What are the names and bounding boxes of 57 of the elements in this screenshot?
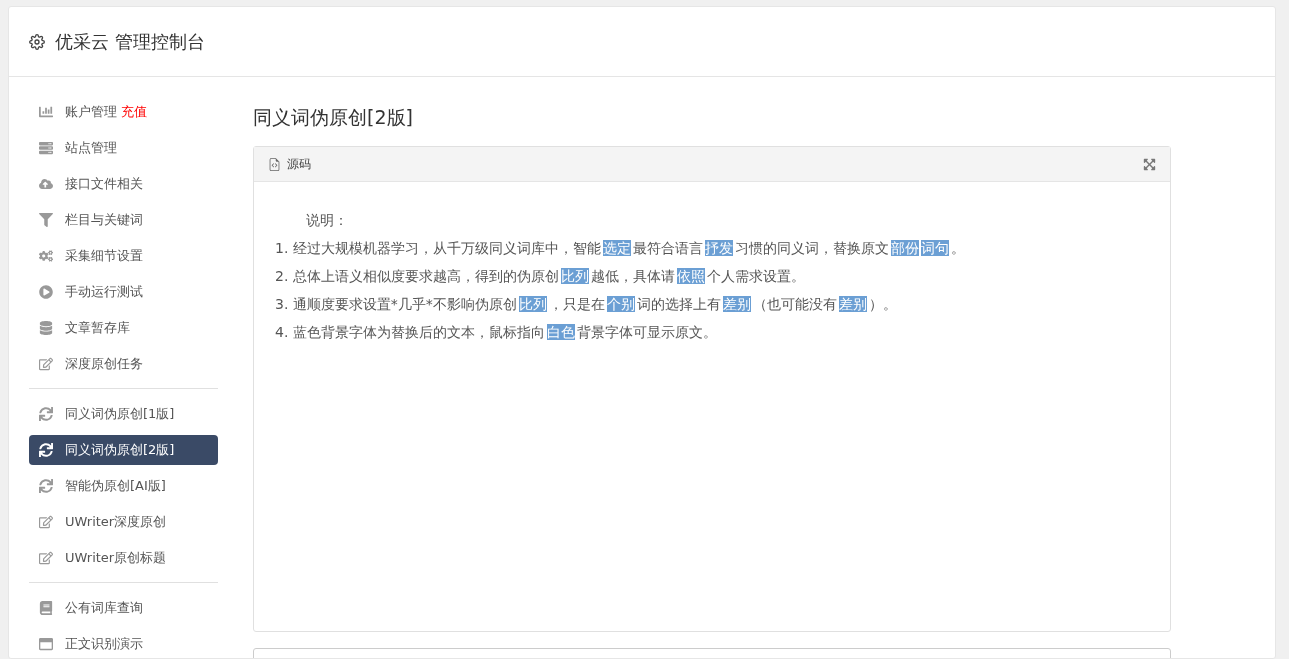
source-tab[interactable]: 源码	[287, 155, 311, 173]
edit-icon	[39, 357, 53, 371]
sidebar-item[interactable]: 智能伪原创[AI版]	[29, 471, 218, 501]
item-label: 同义词伪原创[1版]	[65, 405, 175, 423]
window-icon	[39, 637, 53, 651]
item-label: 手动运行测试	[65, 283, 143, 301]
instruction-line: 4. 蓝色背景字体为替换后的文本，鼠标指向 白色背景字体可显示原文。	[274, 323, 718, 342]
refresh-icon	[39, 443, 53, 457]
sidebar-item[interactable]: 采集细节设置	[29, 241, 218, 271]
section-title: 同义词伪原创[2版]	[253, 105, 414, 130]
edit-icon	[39, 551, 53, 565]
sidebar-item[interactable]: 账户管理 充值	[29, 97, 218, 127]
item-label: UWriter原创标题	[65, 549, 167, 567]
item-label: 文章暂存库	[65, 319, 130, 337]
sidebar-item[interactable]: 同义词伪原创[2版]	[29, 435, 218, 465]
sidebar-item[interactable]: 接口文件相关	[29, 169, 218, 199]
sidebar-item[interactable]: 公有词库查询	[29, 593, 218, 623]
bar-chart-icon	[39, 105, 53, 119]
refresh-icon	[39, 479, 53, 493]
refresh-icon	[39, 407, 53, 421]
settings-icon	[29, 33, 45, 50]
cloud-upload-icon	[39, 177, 53, 191]
item-label: 公有词库查询	[65, 599, 143, 617]
item-label: 接口文件相关	[65, 175, 143, 193]
item-label: 账户管理 充值	[65, 103, 147, 121]
play-icon	[39, 285, 53, 299]
recharge-link[interactable]: 充值	[121, 104, 147, 119]
sidebar-item[interactable]: 同义词伪原创[1版]	[29, 399, 218, 429]
item-label: UWriter深度原创	[65, 513, 167, 531]
instructions-heading: 说明：	[305, 211, 349, 230]
server-icon	[39, 141, 53, 155]
item-label: 同义词伪原创[2版]	[65, 441, 175, 459]
page-title: 优采云 管理控制台	[55, 29, 205, 54]
sidebar-item[interactable]: 深度原创任务	[29, 349, 218, 379]
sidebar-item[interactable]: 正文识别演示	[29, 629, 218, 658]
item-label: 站点管理	[65, 139, 117, 157]
book-icon	[39, 601, 53, 615]
sidebar-item[interactable]: 手动运行测试	[29, 277, 218, 307]
instruction-line: 2. 总体上语义相似度要求越高，得到的伪原创 比列 越低，具体请依照 个人需求设置。	[274, 267, 806, 286]
filter-icon	[39, 213, 53, 227]
code-file-icon	[268, 157, 281, 171]
gears-icon	[39, 249, 53, 263]
sidebar-item[interactable]: 文章暂存库	[29, 313, 218, 343]
item-label: 智能伪原创[AI版]	[65, 477, 166, 495]
item-label: 栏目与关键词	[65, 211, 143, 229]
sidebar-item[interactable]: 栏目与关键词	[29, 205, 218, 235]
sidebar-item[interactable]: UWriter原创标题	[29, 543, 218, 573]
sidebar-item[interactable]: UWriter深度原创	[29, 507, 218, 537]
sidebar-item[interactable]: 站点管理	[29, 133, 218, 163]
database-icon	[39, 321, 53, 335]
item-label: 采集细节设置	[65, 247, 143, 265]
instruction-line: 1. 经过大规模机器学习，从千万级同义词库中，智能选定 最符合语言抒发 习惯的同义词，替换原文 部份词句。	[274, 239, 966, 258]
instruction-line: 3. 通顺度要求设置*几乎*不影响伪原创 比列，只是在个别 词的选择上有差别（也可能没有差别）。	[274, 295, 898, 314]
item-label: 正文识别演示	[65, 635, 143, 653]
item-label: 深度原创任务	[65, 355, 143, 373]
fullscreen-icon[interactable]	[1143, 157, 1156, 171]
edit-icon	[39, 515, 53, 529]
